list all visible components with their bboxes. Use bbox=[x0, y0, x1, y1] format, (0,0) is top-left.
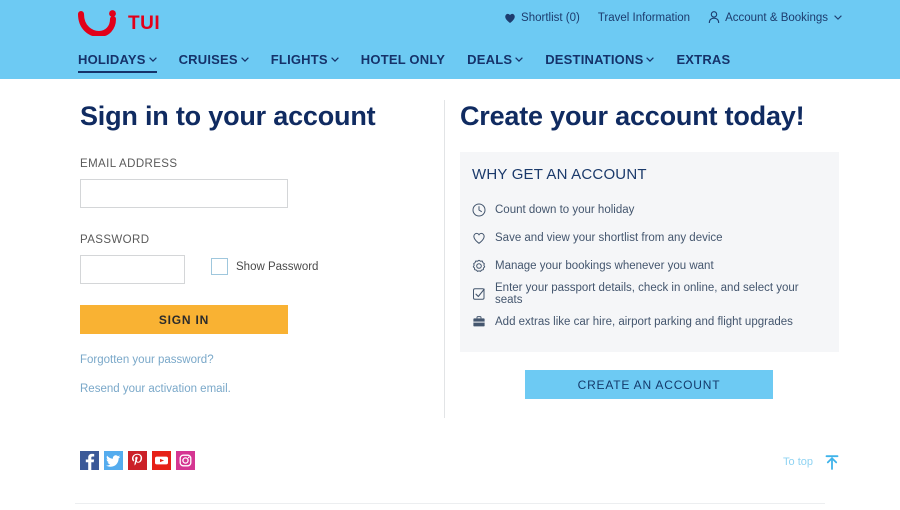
why-get-account-panel: WHY GET AN ACCOUNT Count down to your ho… bbox=[460, 152, 839, 352]
signin-heading: Sign in to your account bbox=[80, 101, 376, 131]
email-input[interactable] bbox=[80, 179, 288, 208]
instagram-icon[interactable] bbox=[176, 451, 195, 470]
main-nav-item-destinations-label: DESTINATIONS bbox=[545, 52, 644, 67]
main-nav-item-hotel-only-label: HOTEL ONLY bbox=[360, 52, 446, 67]
main-nav-item-hotel-only[interactable]: HOTEL ONLY bbox=[361, 52, 445, 71]
signin-section: Sign in to your account EMAIL ADDRESS PA… bbox=[80, 100, 420, 395]
to-top-button[interactable]: To top bbox=[783, 452, 842, 472]
site-header: TUI Shortlist (0) Travel Information Acc… bbox=[0, 0, 900, 79]
utility-nav-shortlist-label: Shortlist (0) bbox=[521, 11, 580, 24]
utility-nav-account-bookings[interactable]: Account & Bookings bbox=[708, 11, 842, 24]
main-nav-item-flights[interactable]: FLIGHTS bbox=[271, 52, 339, 71]
create-account-button[interactable]: CREATE AN ACCOUNT bbox=[525, 370, 773, 399]
youtube-icon[interactable] bbox=[152, 451, 171, 470]
chevron-down-icon bbox=[515, 57, 524, 62]
benefit-text: Manage your bookings whenever you want bbox=[495, 260, 714, 272]
main-nav-item-holidays-label: HOLIDAYS bbox=[78, 52, 146, 67]
tui-wordmark: TUI bbox=[128, 12, 161, 34]
create-account-section: Create your account today! WHY GET AN AC… bbox=[460, 100, 840, 399]
main-nav-item-flights-label: FLIGHTS bbox=[270, 52, 328, 67]
main-nav: HOLIDAYS CRUISES FLIGHTS HOTEL ONLY DEAL… bbox=[78, 52, 730, 73]
list-item: Save and view your shortlist from any de… bbox=[472, 224, 828, 252]
utility-nav-shortlist[interactable]: Shortlist (0) bbox=[504, 12, 580, 24]
page-root: TUI Shortlist (0) Travel Information Acc… bbox=[0, 0, 900, 510]
chevron-down-icon bbox=[240, 57, 249, 62]
show-password-checkbox[interactable] bbox=[211, 258, 228, 275]
benefits-list: Count down to your holiday Save and view… bbox=[472, 196, 828, 336]
main-nav-item-deals[interactable]: DEALS bbox=[467, 52, 524, 71]
main-nav-item-deals-label: DEALS bbox=[467, 52, 513, 67]
utility-nav-travel-information-label: Travel Information bbox=[597, 11, 691, 24]
social-links bbox=[80, 451, 195, 470]
pinterest-icon[interactable] bbox=[128, 451, 147, 470]
person-icon bbox=[708, 11, 720, 24]
arrow-up-icon bbox=[822, 452, 842, 472]
main-nav-item-holidays[interactable]: HOLIDAYS bbox=[78, 52, 157, 73]
utility-nav: Shortlist (0) Travel Information Account… bbox=[504, 11, 842, 24]
resend-activation-link[interactable]: Resend your activation email. bbox=[80, 383, 231, 395]
chevron-down-icon bbox=[148, 57, 157, 62]
main-nav-item-extras[interactable]: EXTRAS bbox=[676, 52, 730, 71]
to-top-label: To top bbox=[783, 456, 813, 468]
why-get-account-title: WHY GET AN ACCOUNT bbox=[472, 166, 647, 183]
list-item: Add extras like car hire, airport parkin… bbox=[472, 308, 828, 336]
main-nav-item-destinations[interactable]: DESTINATIONS bbox=[545, 52, 655, 71]
utility-nav-travel-information[interactable]: Travel Information bbox=[598, 12, 690, 24]
list-item: Enter your passport details, check in on… bbox=[472, 280, 828, 308]
benefit-text: Add extras like car hire, airport parkin… bbox=[495, 316, 793, 328]
list-item: Count down to your holiday bbox=[472, 196, 828, 224]
footer-divider bbox=[75, 503, 825, 504]
benefit-text: Count down to your holiday bbox=[495, 204, 635, 216]
email-field-label: EMAIL ADDRESS bbox=[80, 158, 178, 170]
section-divider bbox=[444, 100, 445, 418]
sign-in-button[interactable]: SIGN IN bbox=[80, 305, 288, 334]
create-account-heading: Create your account today! bbox=[460, 101, 805, 131]
twitter-icon[interactable] bbox=[104, 451, 123, 470]
facebook-icon[interactable] bbox=[80, 451, 99, 470]
forgot-password-link[interactable]: Forgotten your password? bbox=[80, 354, 214, 366]
password-input[interactable] bbox=[80, 255, 185, 284]
password-field-label: PASSWORD bbox=[80, 234, 150, 246]
briefcase-icon bbox=[472, 315, 486, 329]
chevron-down-icon bbox=[330, 57, 339, 62]
clock-icon bbox=[472, 203, 486, 217]
main-nav-item-cruises-label: CRUISES bbox=[178, 52, 238, 67]
list-item: Manage your bookings whenever you want bbox=[472, 252, 828, 280]
heart-icon bbox=[504, 12, 516, 24]
tui-smile-icon bbox=[78, 10, 122, 36]
tui-logo[interactable]: TUI bbox=[78, 10, 160, 36]
gear-icon bbox=[472, 259, 486, 273]
main-nav-item-extras-label: EXTRAS bbox=[676, 52, 731, 67]
checkbox-icon bbox=[472, 287, 486, 301]
chevron-down-icon bbox=[646, 57, 655, 62]
show-password-label: Show Password bbox=[236, 260, 319, 273]
utility-nav-account-bookings-label: Account & Bookings bbox=[725, 11, 828, 24]
heart-icon bbox=[472, 231, 486, 245]
main-nav-item-cruises[interactable]: CRUISES bbox=[179, 52, 249, 71]
benefit-text: Save and view your shortlist from any de… bbox=[495, 232, 723, 244]
show-password-toggle[interactable]: Show Password bbox=[211, 258, 318, 275]
benefit-text: Enter your passport details, check in on… bbox=[495, 282, 799, 306]
chevron-down-icon bbox=[833, 15, 842, 20]
